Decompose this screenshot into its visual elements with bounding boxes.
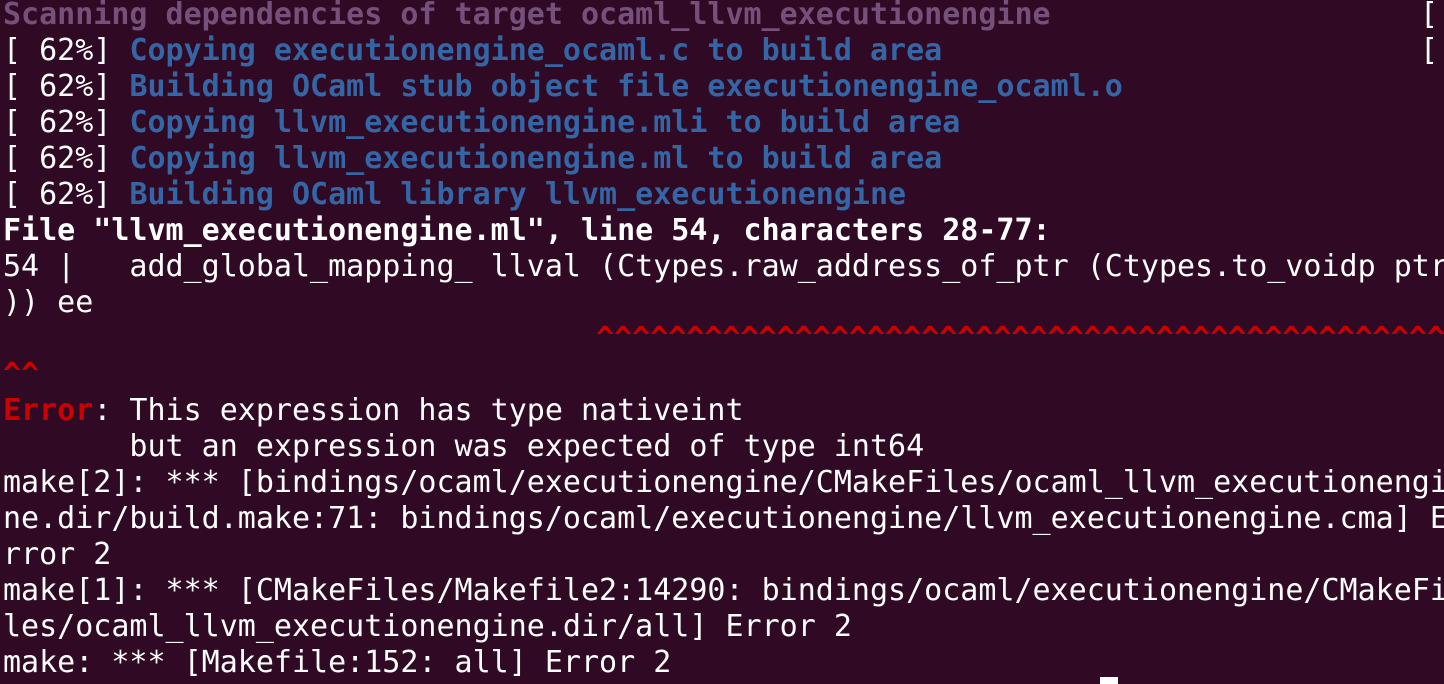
error-line: Error: This expression has type nativein… bbox=[3, 393, 744, 428]
code-line: 54 | add_global_mapping_ llval (Ctypes.r… bbox=[3, 249, 1444, 284]
text-cursor bbox=[1100, 677, 1118, 684]
terminal-window[interactable]: Scanning dependencies of target ocaml_ll… bbox=[0, 0, 1444, 684]
code-line-continuation: )) ee bbox=[3, 285, 94, 320]
scan-line: Scanning dependencies of target ocaml_ll… bbox=[3, 0, 1051, 32]
build-line: [ 62%] Building OCaml stub object file e… bbox=[3, 69, 1123, 104]
make-output-line: ne.dir/build.make:71: bindings/ocaml/exe… bbox=[3, 501, 1444, 536]
make-output-line: les/ocaml_llvm_executionengine.dir/all] … bbox=[3, 609, 852, 644]
build-line: [ 62%] Copying llvm_executionengine.ml t… bbox=[3, 141, 943, 176]
build-line: [ 62%] Building OCaml library llvm_execu… bbox=[3, 177, 907, 212]
error-carets: ^^^^^^^^^^^^^^^^^^^^^^^^^^^^^^^^^^^^^^^^… bbox=[596, 321, 1444, 356]
build-line: [ 62%] Copying executionengine_ocaml.c t… bbox=[3, 33, 943, 68]
make-output-line: make[1]: *** [CMakeFiles/Makefile2:14290… bbox=[3, 573, 1444, 608]
file-location-line: File "llvm_executionengine.ml", line 54,… bbox=[3, 213, 1051, 248]
error-label: Error bbox=[3, 393, 94, 428]
right-edge-bracket: [ bbox=[1420, 33, 1439, 68]
error-carets-continuation: ^^ bbox=[3, 357, 40, 392]
right-edge-bracket: [ bbox=[1420, 0, 1439, 32]
error-line-continuation: but an expression was expected of type i… bbox=[3, 429, 925, 464]
make-output-line: make: *** [Makefile:152: all] Error 2 bbox=[3, 645, 672, 680]
make-output-line: rror 2 bbox=[3, 537, 112, 572]
make-output-line: make[2]: *** [bindings/ocaml/executionen… bbox=[3, 465, 1444, 500]
build-line: [ 62%] Copying llvm_executionengine.mli … bbox=[3, 105, 961, 140]
